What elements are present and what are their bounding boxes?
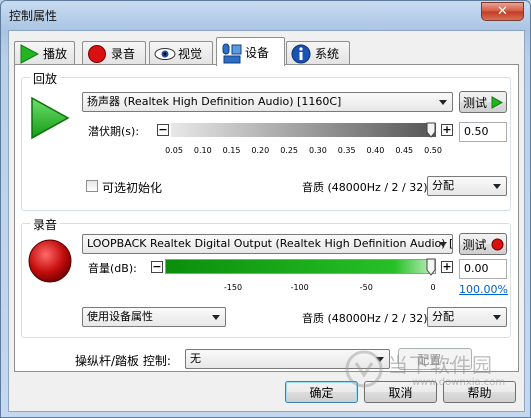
recording-group-title: 录音 — [30, 216, 61, 233]
volume-slider-track[interactable] — [165, 259, 436, 274]
volume-tick-label: 0 — [430, 283, 436, 292]
latency-tick-label: 0.25 — [280, 146, 299, 155]
joystick-select[interactable]: 无 — [185, 349, 390, 369]
latency-tick-label: 0.05 — [165, 146, 183, 155]
volume-slider-fill — [166, 260, 435, 273]
record-icon — [87, 44, 107, 64]
volume-percent-link[interactable]: 100.00% — [459, 283, 508, 296]
recording-quality-label: 音质 (48000Hz / 2 / 32): — [302, 312, 432, 325]
ok-button[interactable]: 确定 — [285, 381, 358, 403]
playback-device-value: 扬声器 (Realtek High Definition Audio) [116… — [87, 95, 342, 108]
title-bar: 控制属性 ✕ — [1, 1, 530, 29]
volume-tick-label: -150 — [223, 283, 243, 292]
dialog-window: 控制属性 ✕ 播放 录音 视觉 设备 系统 回放 扬声器 (Realtek Hi… — [0, 0, 531, 418]
volume-value-field[interactable]: 0.00 — [459, 259, 507, 279]
chevron-down-icon — [212, 315, 220, 320]
volume-plus-button[interactable]: + — [441, 261, 453, 273]
chevron-down-icon — [439, 242, 447, 247]
optional-init-label: 可选初始化 — [102, 181, 163, 195]
tab-label: 录音 — [111, 47, 136, 61]
tab-label: 视觉 — [178, 47, 203, 61]
tab-label: 设备 — [245, 45, 270, 60]
play-icon — [491, 95, 503, 109]
tab-record[interactable]: 录音 — [82, 41, 146, 65]
playback-quality-value: 分配 — [432, 179, 454, 192]
recording-group: 录音 LOOPBACK Realtek Digital Output (Real… — [21, 216, 512, 338]
tab-playback[interactable]: 播放 — [14, 41, 75, 65]
volume-label: 音量(dB): — [88, 262, 137, 275]
joystick-value: 无 — [190, 352, 201, 365]
tab-device[interactable]: 设备 — [216, 37, 285, 66]
device-props-select[interactable]: 使用设备属性 — [82, 307, 226, 327]
window-title: 控制属性 — [9, 9, 58, 23]
eye-icon — [154, 44, 176, 64]
volume-slider-thumb[interactable] — [426, 258, 436, 276]
help-button[interactable]: 帮助 — [443, 381, 516, 403]
device-tab-panel: 回放 扬声器 (Realtek High Definition Audio) [… — [14, 64, 519, 372]
chevron-down-icon — [439, 100, 447, 105]
playback-group: 回放 扬声器 (Realtek High Definition Audio) [… — [21, 70, 512, 211]
latency-value-field[interactable]: 0.50 — [459, 122, 507, 142]
latency-tick-label: 0.35 — [337, 146, 356, 155]
device-props-value: 使用设备属性 — [87, 310, 153, 323]
latency-tick-label: 0.45 — [395, 146, 414, 155]
chevron-down-icon — [493, 184, 501, 189]
volume-scale: -150 -100 -50 0 — [22, 283, 512, 295]
volume-tick-label: -100 — [290, 283, 309, 292]
optional-init-checkbox[interactable] — [86, 180, 98, 192]
latency-tick-label: 0.10 — [193, 146, 212, 155]
cancel-button[interactable]: 取消 — [364, 381, 437, 403]
latency-plus-button[interactable]: + — [441, 124, 453, 136]
latency-slider-thumb[interactable] — [426, 122, 436, 138]
playback-test-label: 测试 — [462, 95, 487, 110]
latency-tick-label: 0.40 — [366, 146, 385, 155]
playback-test-button[interactable]: 测试 — [459, 91, 507, 113]
device-icon — [221, 42, 242, 64]
latency-tick-label: 0.30 — [308, 146, 327, 155]
latency-scale: 0.05 0.10 0.15 0.20 0.25 0.30 0.35 0.40 0.45 0.50 — [22, 146, 512, 158]
recording-big-record-icon — [28, 239, 72, 283]
recording-device-value: LOOPBACK Realtek Digital Output (Realtek… — [87, 237, 453, 250]
recording-device-select[interactable]: LOOPBACK Realtek Digital Output (Realtek… — [82, 234, 453, 254]
info-icon — [291, 44, 311, 64]
joystick-label: 操纵杆/踏板 控制: — [75, 354, 171, 368]
volume-minus-button[interactable]: − — [151, 261, 163, 273]
client-area: 播放 录音 视觉 设备 系统 回放 扬声器 (Realtek High Defi… — [8, 30, 525, 412]
recording-quality-select[interactable]: 分配 — [427, 307, 507, 327]
recording-test-button[interactable]: 测试 — [459, 233, 507, 255]
latency-slider-track[interactable] — [171, 123, 436, 137]
chevron-down-icon — [376, 357, 384, 362]
close-button[interactable]: ✕ — [481, 2, 524, 21]
play-icon — [19, 43, 40, 64]
joystick-config-button[interactable]: 配置... — [398, 348, 472, 370]
latency-tick-label: 0.15 — [222, 146, 241, 155]
latency-label: 潜伏期(s): — [88, 125, 140, 138]
playback-quality-label: 音质 (48000Hz / 2 / 32): — [302, 181, 432, 194]
volume-tick-label: -50 — [359, 283, 373, 292]
recording-test-label: 测试 — [462, 237, 487, 252]
playback-device-select[interactable]: 扬声器 (Realtek High Definition Audio) [116… — [82, 92, 453, 112]
latency-tick-label: 0.20 — [251, 146, 270, 155]
tab-visual[interactable]: 视觉 — [149, 41, 213, 65]
playback-quality-select[interactable]: 分配 — [427, 176, 507, 196]
latency-tick-label: 0.50 — [424, 146, 442, 155]
playback-group-title: 回放 — [30, 70, 61, 87]
chevron-down-icon — [493, 315, 501, 320]
latency-minus-button[interactable]: − — [157, 124, 169, 136]
tab-label: 系统 — [315, 47, 340, 61]
tab-label: 播放 — [43, 47, 68, 61]
recording-quality-value: 分配 — [432, 310, 454, 323]
playback-big-play-icon — [31, 96, 70, 140]
tab-system[interactable]: 系统 — [286, 41, 350, 65]
record-icon — [491, 238, 503, 250]
